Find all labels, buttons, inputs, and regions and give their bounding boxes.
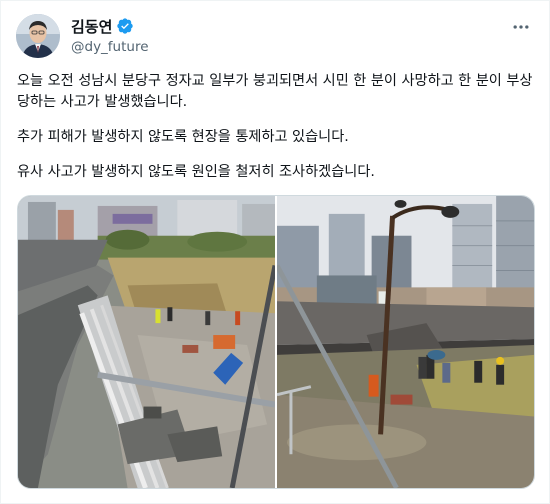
tweet-paragraph: 오늘 오전 성남시 분당구 정자교 일부가 붕괴되면서 시민 한 분이 사망하고… [17, 73, 533, 110]
user-handle[interactable]: @dy_future [71, 39, 509, 55]
tweet-text: 오늘 오전 성남시 분당구 정자교 일부가 붕괴되면서 시민 한 분이 사망하고… [17, 71, 537, 183]
display-name[interactable]: 김동연 [71, 16, 112, 37]
media-gallery [17, 195, 535, 489]
tweet-header: 김동연 @dy_future [71, 15, 509, 56]
profile-photo-icon [16, 14, 60, 58]
more-horizontal-icon[interactable] [511, 17, 531, 37]
verified-badge-icon [116, 17, 134, 35]
tweet-paragraph: 추가 피해가 발생하지 않도록 현장을 통제하고 있습니다. [17, 129, 349, 145]
collapsed-bridge-walkway-photo[interactable] [18, 196, 275, 488]
tweet-card[interactable]: 김동연 @dy_future 오늘 오전 성남시 분당구 정자교 일부가 붕괴되… [0, 0, 550, 504]
tweet-paragraph: 유사 사고가 발생하지 않도록 원인을 철저히 조사하겠습니다. [17, 164, 375, 180]
bridge-collapse-site-photo[interactable] [277, 196, 534, 488]
avatar[interactable] [16, 14, 60, 58]
